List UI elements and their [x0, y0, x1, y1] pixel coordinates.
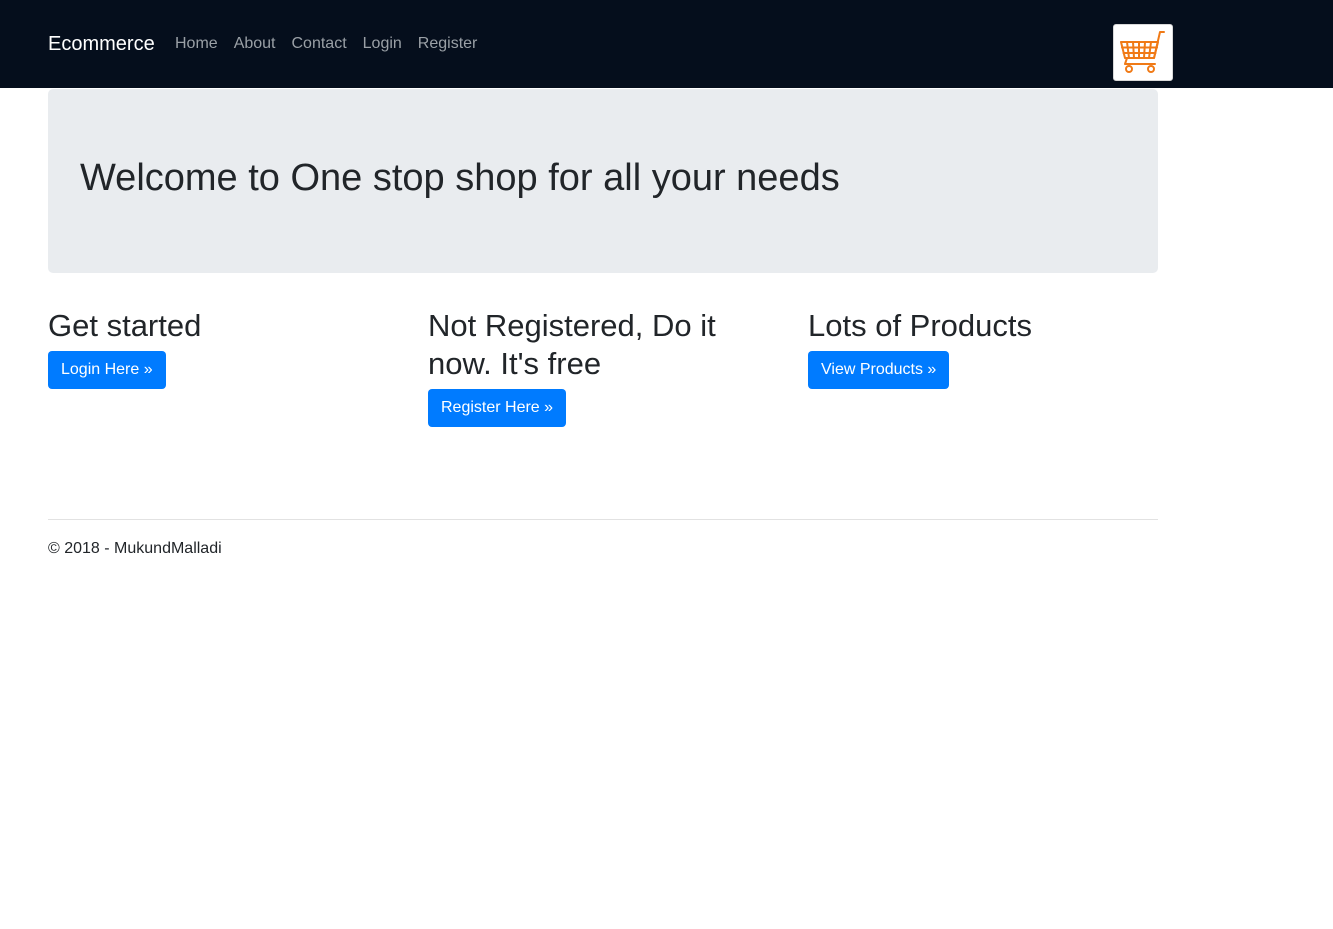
- cart-button[interactable]: [1113, 24, 1173, 81]
- nav-contact-link[interactable]: Contact: [292, 33, 347, 55]
- view-products-button[interactable]: View Products »: [808, 351, 950, 389]
- get-started-heading: Get started: [48, 308, 202, 343]
- top-navbar: Ecommerce Home About Contact Login Regis…: [0, 0, 1333, 88]
- register-heading: Not Registered, Do it now. It's free: [428, 308, 716, 381]
- products-column: Lots of Products View Products »: [808, 307, 1148, 389]
- brand-link[interactable]: Ecommerce: [48, 31, 155, 57]
- nav-register-link[interactable]: Register: [418, 33, 478, 55]
- nav-home-link[interactable]: Home: [175, 33, 218, 55]
- get-started-column: Get started Login Here »: [48, 307, 388, 389]
- nav-links: Home About Contact Login Register: [175, 33, 477, 55]
- nav-login-link[interactable]: Login: [363, 33, 402, 55]
- welcome-heading: Welcome to One stop shop for all your ne…: [80, 157, 840, 199]
- welcome-jumbotron: Welcome to One stop shop for all your ne…: [48, 89, 1158, 273]
- register-here-button[interactable]: Register Here »: [428, 389, 567, 427]
- nav-about-link[interactable]: About: [234, 33, 276, 55]
- register-column: Not Registered, Do it now. It's free Reg…: [428, 307, 768, 427]
- footer-copyright: © 2018 - MukundMalladi: [48, 540, 222, 557]
- shopping-cart-icon: [1120, 31, 1165, 73]
- products-heading: Lots of Products: [808, 308, 1033, 343]
- login-here-button[interactable]: Login Here »: [48, 351, 166, 389]
- footer-divider: [48, 519, 1158, 520]
